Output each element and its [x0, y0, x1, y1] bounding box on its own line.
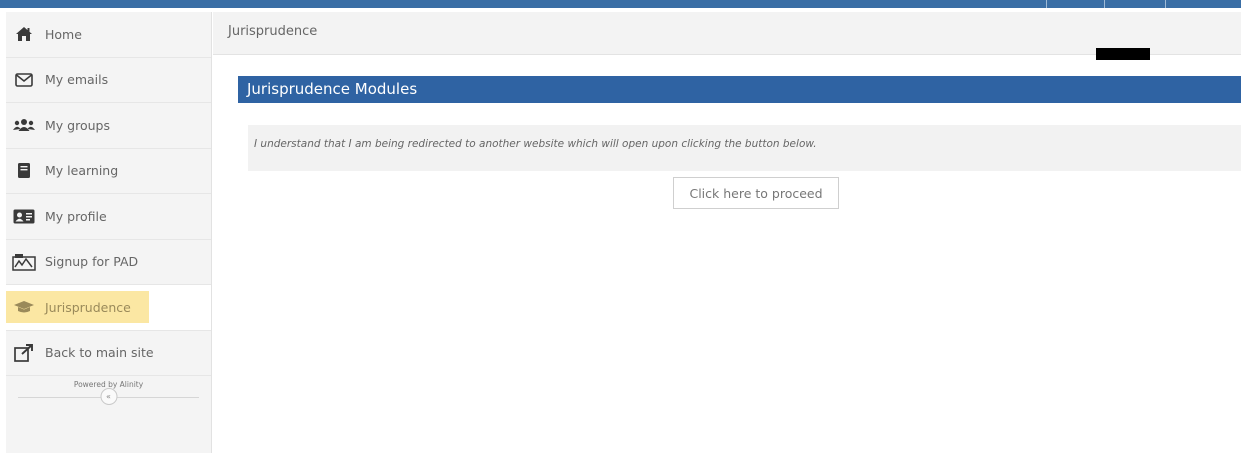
sidebar-item-label: My profile [45, 208, 107, 224]
panel-title: Jurisprudence Modules [247, 80, 418, 98]
sidebar: Home My emails My groups My learning My … [6, 12, 212, 453]
panel-header: Jurisprudence Modules [238, 76, 1241, 103]
collapse-sidebar-button[interactable]: « [100, 388, 117, 405]
sidebar-item-home[interactable]: Home [6, 12, 211, 58]
sidebar-item-label: Home [45, 26, 82, 42]
sidebar-item-label: Back to main site [45, 345, 154, 361]
envelope-icon [12, 70, 36, 90]
proceed-button[interactable]: Click here to proceed [673, 177, 839, 209]
sidebar-item-my-groups[interactable]: My groups [6, 103, 211, 149]
sidebar-item-label: My groups [45, 117, 110, 133]
sidebar-item-label: My learning [45, 163, 119, 179]
graduation-cap-icon [12, 297, 36, 317]
signup-icon [12, 252, 36, 272]
sidebar-item-jurisprudence[interactable]: Jurisprudence [6, 285, 211, 331]
top-accent-bar [0, 0, 1241, 8]
sidebar-item-my-learning[interactable]: My learning [6, 149, 211, 194]
breadcrumb-current: Jurisprudence [228, 24, 318, 39]
book-icon [12, 161, 36, 181]
sidebar-item-signup-for-pad[interactable]: Signup for PAD [6, 240, 211, 285]
sidebar-item-label: Signup for PAD [45, 254, 139, 270]
sidebar-item-back-to-main-site[interactable]: Back to main site [6, 331, 211, 376]
sidebar-item-label: Jurisprudence [45, 299, 131, 315]
footer-divider: « [18, 388, 199, 405]
sidebar-item-my-profile[interactable]: My profile [6, 194, 211, 240]
breadcrumb: Jurisprudence [213, 12, 1241, 55]
powered-by-footer: Powered by Alinity « [6, 376, 211, 428]
sidebar-item-my-emails[interactable]: My emails [6, 58, 211, 103]
external-link-icon [12, 343, 36, 363]
redirect-notice: I understand that I am being redirected … [248, 125, 1241, 171]
home-icon [12, 24, 36, 44]
id-card-icon [12, 206, 36, 226]
sidebar-item-label: My emails [45, 72, 109, 88]
notice-text: I understand that I am being redirected … [254, 138, 817, 150]
users-icon [12, 115, 36, 135]
redaction-block [1096, 48, 1150, 60]
